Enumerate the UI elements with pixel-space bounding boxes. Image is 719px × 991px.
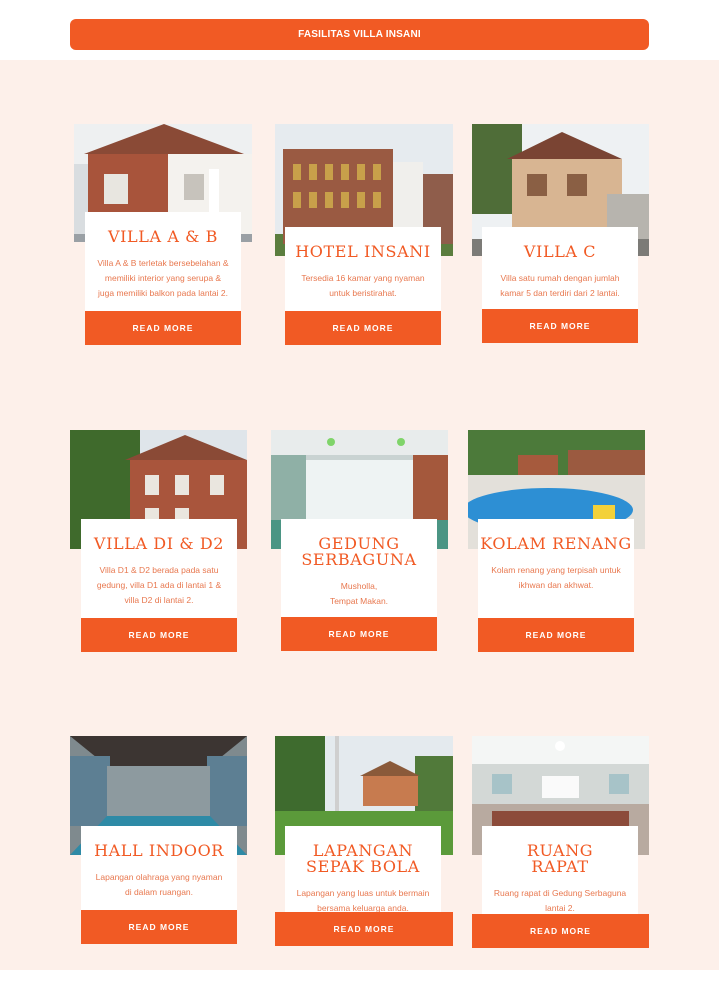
section-header-title: FASILITAS VILLA INSANI xyxy=(298,29,421,40)
facility-title: GEDUNG SERBAGUNA xyxy=(301,534,417,569)
facility-description: Villa D1 & D2 berada pada satu gedung, v… xyxy=(96,565,222,605)
read-more-button[interactable]: READ MORE xyxy=(478,618,634,652)
facility-description: Villa satu rumah dengan jumlah kamar 5 d… xyxy=(500,273,620,298)
facility-title: LAPANGAN SEPAK BOLA xyxy=(306,841,420,876)
facility-panel: VILLA DI & D2 Villa D1 & D2 berada pada … xyxy=(81,519,237,619)
facility-panel: HOTEL INSANI Tersedia 16 kamar yang nyam… xyxy=(285,227,441,313)
facility-description: Ruang rapat di Gedung Serbaguna lantai 2… xyxy=(493,888,627,913)
facility-panel: VILLA A & B Villa A & B terletak bersebe… xyxy=(85,212,241,312)
section-header-bar: FASILITAS VILLA INSANI xyxy=(70,19,649,50)
read-more-button[interactable]: READ MORE xyxy=(281,617,437,651)
facility-description: Villa A & B terletak bersebelahan & memi… xyxy=(97,258,229,298)
facility-description: Lapangan olahraga yang nyaman di dalam r… xyxy=(95,872,223,897)
facility-title: HALL INDOOR xyxy=(94,841,224,860)
facility-title: RUANG RAPAT xyxy=(526,841,594,876)
read-more-button[interactable]: READ MORE xyxy=(482,309,638,343)
read-more-button[interactable]: READ MORE xyxy=(472,914,649,948)
facility-panel: RUANG RAPAT Ruang rapat di Gedung Serbag… xyxy=(482,826,638,926)
read-more-button[interactable]: READ MORE xyxy=(275,912,453,946)
facility-description: Kolam renang yang terpisah untuk ikhwan … xyxy=(491,565,621,590)
read-more-button[interactable]: READ MORE xyxy=(85,311,241,345)
read-more-button[interactable]: READ MORE xyxy=(81,618,237,652)
facility-panel: VILLA C Villa satu rumah dengan jumlah k… xyxy=(482,227,638,311)
facility-title: VILLA DI & D2 xyxy=(93,534,225,553)
facility-panel: LAPANGAN SEPAK BOLA Lapangan yang luas u… xyxy=(285,826,441,926)
facility-description: Tersedia 16 kamar yang nyaman untuk beri… xyxy=(301,273,425,298)
facility-description: Musholla, Tempat Makan. xyxy=(329,581,389,606)
facility-panel: KOLAM RENANG Kolam renang yang terpisah … xyxy=(478,519,634,619)
read-more-button[interactable]: READ MORE xyxy=(81,910,237,944)
facility-title: VILLA C xyxy=(523,242,597,261)
facility-title: VILLA A & B xyxy=(107,227,219,246)
facility-title: KOLAM RENANG xyxy=(480,534,632,553)
facility-panel: GEDUNG SERBAGUNA Musholla, Tempat Makan. xyxy=(281,519,437,619)
facility-title: HOTEL INSANI xyxy=(295,242,431,261)
read-more-button[interactable]: READ MORE xyxy=(285,311,441,345)
facility-panel: HALL INDOOR Lapangan olahraga yang nyama… xyxy=(81,826,237,912)
